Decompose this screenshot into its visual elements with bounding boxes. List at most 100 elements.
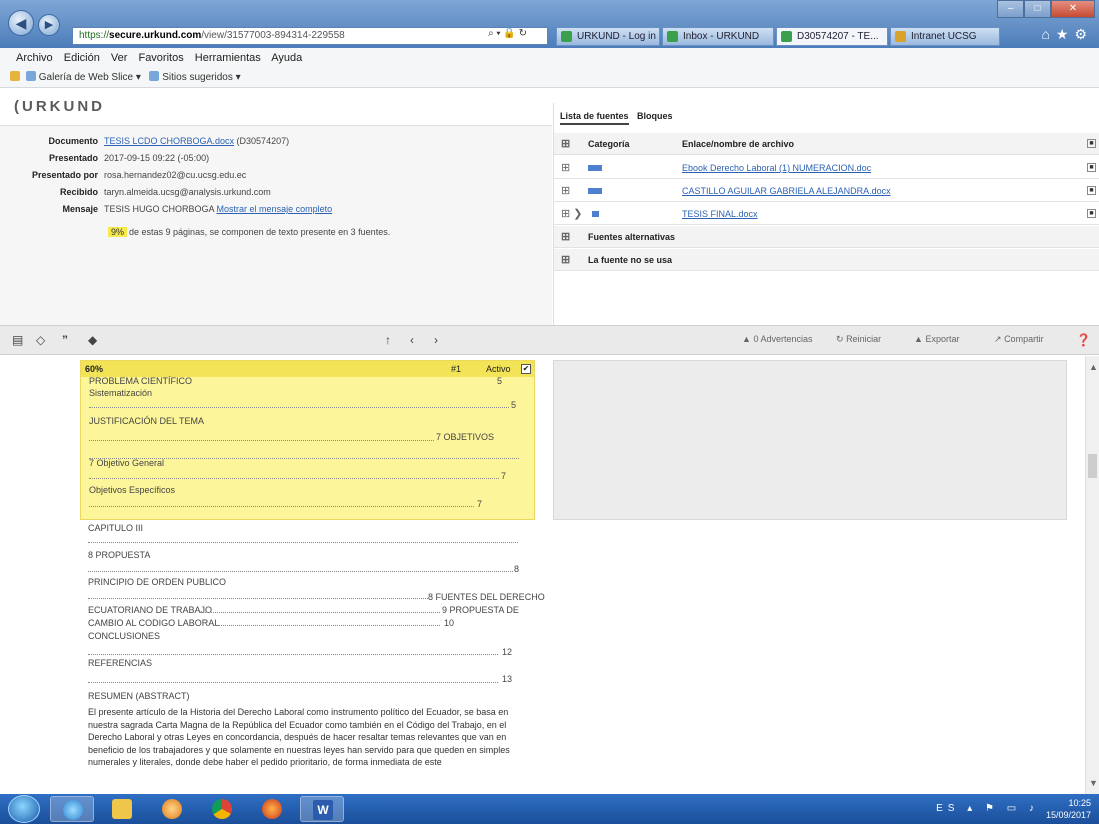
source-category bbox=[592, 203, 599, 225]
taskbar-explorer[interactable] bbox=[100, 796, 144, 822]
taskbar-word[interactable]: W bbox=[300, 796, 344, 822]
menu-edicion[interactable]: Edición bbox=[64, 52, 100, 64]
help-icon[interactable]: ❓ bbox=[1076, 333, 1091, 347]
source-link[interactable]: Ebook Derecho Laboral (1) NUMERACION.doc bbox=[682, 157, 871, 179]
reiniciar-label: Reiniciar bbox=[846, 334, 882, 344]
doc-line: Sistematización bbox=[89, 388, 153, 398]
documento-label: Documento bbox=[48, 136, 99, 146]
match-percent: 60% bbox=[85, 364, 104, 374]
summary-percent-badge: 9% bbox=[108, 227, 128, 237]
tab-intranet[interactable]: Intranet UCSG bbox=[890, 27, 1000, 46]
urkund-logo: (URKUND bbox=[14, 98, 105, 115]
source-checkbox[interactable]: ■ bbox=[1087, 186, 1096, 195]
forward-button[interactable]: ▶ bbox=[38, 14, 60, 36]
header-categoria: Categoría bbox=[588, 139, 630, 149]
group-label: La fuente no se usa bbox=[588, 255, 673, 265]
compartir-button[interactable]: ↗ Compartir bbox=[994, 334, 1044, 345]
tab-bloques[interactable]: Bloques bbox=[637, 111, 673, 121]
tab-lista-fuentes[interactable]: Lista de fuentes bbox=[560, 111, 629, 125]
address-tools[interactable]: ⌕ ▾ 🔒 ↻ bbox=[488, 28, 527, 39]
warning-icon: ▲ bbox=[742, 334, 751, 344]
previous-icon[interactable]: ‹ bbox=[410, 333, 414, 347]
doc-line: 7 Objetivo General bbox=[89, 458, 165, 468]
maximize-button[interactable]: □ bbox=[1024, 0, 1051, 18]
menu-archivo[interactable]: Archivo bbox=[16, 52, 53, 64]
scroll-up-icon[interactable]: ▲ bbox=[1089, 362, 1098, 372]
advertencias-button[interactable]: ▲ 0 Advertencias bbox=[742, 334, 812, 344]
layout-icon[interactable]: ▤ bbox=[12, 333, 23, 347]
arrow-up-icon[interactable]: ↑ bbox=[385, 333, 391, 347]
scroll-down-icon[interactable]: ▼ bbox=[1089, 778, 1098, 788]
expand-icon[interactable]: ⊞ bbox=[561, 249, 570, 271]
chrome-icon bbox=[212, 799, 232, 819]
vertical-scrollbar[interactable]: ▲ ▼ bbox=[1085, 356, 1099, 794]
tab-document[interactable]: D30574207 - TE... bbox=[776, 27, 888, 46]
expand-all-icon[interactable]: ⊞ bbox=[561, 133, 570, 155]
source-row[interactable]: ⊞ Ebook Derecho Laboral (1) NUMERACION.d… bbox=[554, 157, 1099, 179]
quote-icon[interactable]: ” bbox=[62, 333, 68, 347]
url-scheme: https:// bbox=[79, 30, 110, 41]
menu-herramientas[interactable]: Herramientas bbox=[195, 52, 261, 64]
tab-inbox-urkund[interactable]: Inbox - URKUND bbox=[662, 27, 774, 46]
group-fuente-no-usa[interactable]: ⊞ La fuente no se usa bbox=[554, 249, 1099, 271]
word-icon: W bbox=[313, 800, 333, 820]
tag-icon[interactable]: ◆ bbox=[88, 333, 97, 347]
menu-ver[interactable]: Ver bbox=[111, 52, 128, 64]
language-indicator[interactable]: ES bbox=[936, 803, 959, 814]
taskbar-media[interactable] bbox=[150, 796, 194, 822]
doc-line: PRINCIPIO DE ORDEN PUBLICO bbox=[88, 577, 227, 587]
document-info-panel: Documento TESIS LCDO CHORBOGA.docx (D305… bbox=[0, 125, 552, 325]
system-tray-icons[interactable]: ES ▴ ⚑ ▭ ♪ bbox=[936, 803, 1039, 814]
compartir-label: Compartir bbox=[1004, 334, 1044, 344]
fav-web-slice[interactable]: Galería de Web Slice bbox=[39, 72, 133, 83]
intranet-favicon-icon bbox=[895, 31, 906, 42]
address-bar[interactable]: https://secure.urkund.com/view/31577003-… bbox=[72, 27, 548, 45]
sources-header-row: ⊞ Categoría Enlace/nombre de archivo ■ bbox=[554, 133, 1099, 155]
favorites-star-icon[interactable] bbox=[10, 71, 20, 81]
back-button[interactable]: ◀ bbox=[8, 10, 34, 36]
fav-suggested-sites[interactable]: Sitios sugeridos bbox=[162, 72, 233, 83]
next-icon[interactable]: › bbox=[434, 333, 438, 347]
clock[interactable]: 10:25 15/09/2017 bbox=[1046, 797, 1091, 821]
expand-icon[interactable]: ⊞ bbox=[561, 226, 570, 248]
expand-icon[interactable]: ⊞ ❯ bbox=[561, 203, 583, 225]
info-row-recibido: Recibido taryn.almeida.ucsg@analysis.urk… bbox=[0, 184, 552, 200]
leader-dots bbox=[89, 407, 509, 408]
source-link[interactable]: TESIS FINAL.docx bbox=[682, 203, 758, 225]
start-button[interactable] bbox=[8, 795, 40, 823]
window-controls: – □ ✕ bbox=[997, 0, 1095, 18]
web-slice-icon bbox=[25, 71, 36, 81]
scroll-thumb[interactable] bbox=[1088, 454, 1097, 478]
source-row[interactable]: ⊞ CASTILLO AGUILAR GABRIELA ALEJANDRA.do… bbox=[554, 180, 1099, 202]
taskbar-chrome[interactable] bbox=[200, 796, 244, 822]
taskbar-ie[interactable] bbox=[50, 796, 94, 822]
doc-page-number: 12 bbox=[502, 647, 513, 657]
menu-ayuda[interactable]: Ayuda bbox=[271, 52, 302, 64]
taskbar-firefox[interactable] bbox=[250, 796, 294, 822]
source-checkbox[interactable]: ■ bbox=[1087, 163, 1096, 172]
close-button[interactable]: ✕ bbox=[1051, 0, 1095, 18]
source-row[interactable]: ⊞ ❯ TESIS FINAL.docx ■ bbox=[554, 203, 1099, 225]
document-id: (D30574207) bbox=[236, 136, 290, 146]
document-link[interactable]: TESIS LCDO CHORBOGA.docx bbox=[104, 136, 234, 146]
tab-urkund-login[interactable]: URKUND - Log in bbox=[556, 27, 660, 46]
exportar-button[interactable]: ▲ Exportar bbox=[914, 334, 959, 344]
show-full-message-link[interactable]: Mostrar el mensaje completo bbox=[217, 204, 333, 214]
minimize-button[interactable]: – bbox=[997, 0, 1024, 18]
match-highlight-block[interactable]: 60% #1 Activo ✔ PROBLEMA CIENTÍFICO 5 Si… bbox=[80, 360, 535, 520]
sync-icon[interactable]: ◇ bbox=[36, 333, 45, 347]
menu-favoritos[interactable]: Favoritos bbox=[138, 52, 183, 64]
expand-icon[interactable]: ⊞ bbox=[561, 157, 570, 179]
header-checkbox[interactable]: ■ bbox=[1087, 139, 1096, 148]
source-type-icon bbox=[588, 188, 602, 194]
urkund-favicon-icon bbox=[561, 31, 572, 42]
mensaje-label: Mensaje bbox=[62, 204, 98, 214]
group-fuentes-alternativas[interactable]: ⊞ Fuentes alternativas bbox=[554, 226, 1099, 248]
active-checkbox[interactable]: ✔ bbox=[521, 364, 531, 374]
source-checkbox[interactable]: ■ bbox=[1087, 209, 1096, 218]
doc-line: Objetivos Específicos bbox=[89, 485, 176, 495]
reiniciar-button[interactable]: ↻ Reiniciar bbox=[836, 334, 881, 345]
expand-icon[interactable]: ⊞ bbox=[561, 180, 570, 202]
browser-icons[interactable]: ⌂★⚙ bbox=[1041, 26, 1093, 43]
source-link[interactable]: CASTILLO AGUILAR GABRIELA ALEJANDRA.docx bbox=[682, 180, 891, 202]
